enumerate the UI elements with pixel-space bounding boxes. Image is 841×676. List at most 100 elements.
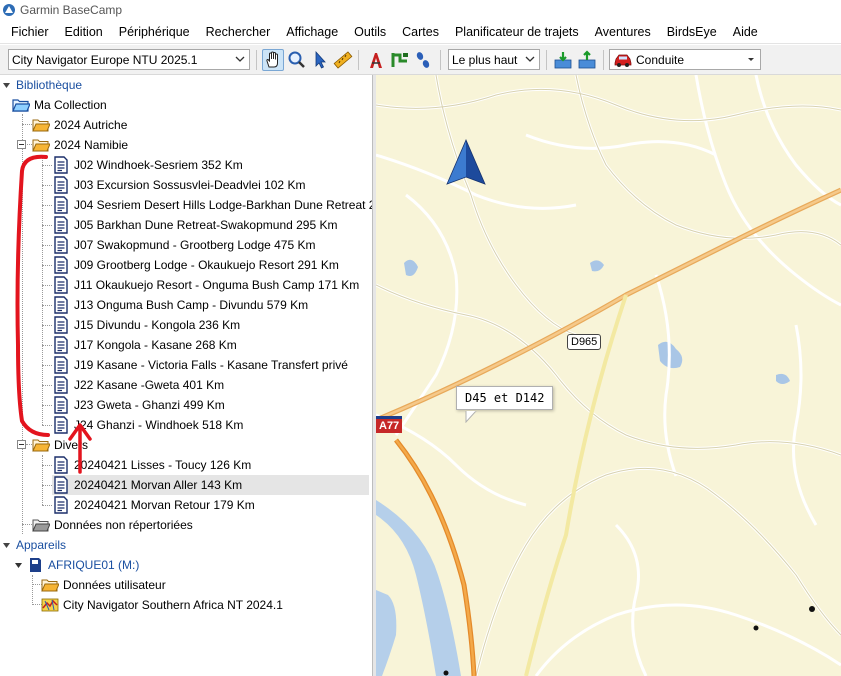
route-label: J11 Okaukuejo Resort - Onguma Bush Camp … [74,278,360,292]
new-track-button[interactable] [412,49,434,71]
hand-tool-button[interactable] [262,49,284,71]
route-document-icon [54,316,68,334]
library-section-header[interactable]: Bibliothèque [2,75,84,95]
tree-item-route[interactable]: J04 Sesriem Desert Hills Lodge-Barkhan D… [52,195,372,215]
tree-guide-line [42,485,52,486]
tree-guide-line [42,405,52,406]
open-folder-icon [12,99,30,112]
route-document-icon [54,256,68,274]
menu-planificateur[interactable]: Planificateur de trajets [447,21,587,43]
detail-level-select[interactable]: Le plus haut [448,49,540,70]
window-title: Garmin BaseCamp [20,3,123,17]
measure-tool-button[interactable] [332,49,354,71]
tree-guide-line [42,225,52,226]
tree-item-route[interactable]: J05 Barkhan Dune Retreat-Swakopmund 295 … [52,215,339,235]
menu-aventures[interactable]: Aventures [587,21,659,43]
new-waypoint-button[interactable] [365,49,387,71]
tree-item-route[interactable]: J17 Kongola - Kasane 268 Km [52,335,239,355]
open-folder-icon [32,139,50,152]
tree-item-route[interactable]: J19 Kasane - Victoria Falls - Kasane Tra… [52,355,350,375]
tree-guide-line [22,114,23,534]
route-document-icon [54,416,68,434]
new-route-button[interactable] [389,49,411,71]
tree-item-route[interactable]: J09 Grootberg Lodge - Okaukuejo Resort 2… [52,255,341,275]
route-document-icon [54,396,68,414]
new-track-icon [416,52,430,68]
map-point-marker[interactable] [443,670,449,676]
collapse-icon[interactable] [17,440,26,449]
receive-from-device-button[interactable] [552,49,574,71]
tree-guide-line [42,185,52,186]
tree-guide-line [42,165,52,166]
tree-item-my-collection[interactable]: Ma Collection [12,95,109,115]
tree-item-route[interactable]: J03 Excursion Sossusvlei-Deadvlei 102 Km [52,175,307,195]
menu-aide[interactable]: Aide [725,21,766,43]
tree-item-route[interactable]: J15 Divundu - Kongola 236 Km [52,315,242,335]
section-collapse-icon [3,82,10,88]
tree-guide-line [42,365,52,366]
activity-profile-select[interactable]: Conduite [609,49,761,70]
tree-item-route[interactable]: J11 Okaukuejo Resort - Onguma Bush Camp … [52,275,361,295]
tree-item-route[interactable]: 20240421 Morvan Retour 179 Km [52,495,257,515]
map-point-marker[interactable] [753,625,759,631]
tree-item-route[interactable]: J13 Onguma Bush Camp - Divundu 579 Km [52,295,310,315]
expand-triangle-icon[interactable] [14,561,23,570]
route-label: J07 Swakopmund - Grootberg Lodge 475 Km [74,238,316,252]
tree-item-user-data[interactable]: Données utilisateur [41,575,168,595]
tree-item-device-map[interactable]: City Navigator Southern Africa NT 2024.1 [41,595,285,615]
menu-rechercher[interactable]: Rechercher [198,21,279,43]
toolbar-separator [256,50,257,70]
route-document-icon [54,456,68,474]
menu-edition[interactable]: Edition [57,21,111,43]
tree-guide-line [42,285,52,286]
tree-item-folder-namibie[interactable]: 2024 Namibie [32,135,130,155]
map-point-marker[interactable] [809,606,815,612]
menu-peripherique[interactable]: Périphérique [111,21,198,43]
route-label: 20240421 Morvan Aller 143 Km [74,478,243,492]
route-document-icon [54,476,68,494]
tree-item-label: Données non répertoriées [54,518,193,532]
select-tool-button[interactable] [309,49,331,71]
tree-item-device[interactable]: AFRIQUE01 (M:) [14,555,141,575]
menu-birdseye[interactable]: BirdsEye [659,21,725,43]
tree-item-route[interactable]: 20240421 Morvan Aller 143 Km [52,475,369,495]
tree-item-route[interactable]: J23 Gweta - Ghanzi 499 Km [52,395,227,415]
tree-guide-line [42,425,52,426]
devices-section-header[interactable]: Appareils [2,535,68,555]
tree-item-route[interactable]: J22 Kasane -Gweta 401 Km [52,375,226,395]
collapse-icon[interactable] [17,140,26,149]
library-tree-panel: Bibliothèque Ma Collection 2024 Autriche… [0,75,373,676]
map-product-select[interactable]: City Navigator Europe NTU 2025.1 [8,49,250,70]
tree-item-route[interactable]: J24 Ghanzi - Windhoek 518 Km [52,415,245,435]
map-view[interactable]: D965 A77 D45 et D142 [376,75,841,676]
tree-guide-line [42,205,52,206]
zoom-tool-button[interactable] [286,49,308,71]
tree-guide-line [42,385,52,386]
tree-guide-line [22,524,32,525]
chevron-down-icon [235,56,245,62]
car-icon [614,54,632,67]
route-label: J17 Kongola - Kasane 268 Km [74,338,237,352]
tree-item-unlisted-data[interactable]: Données non répertoriées [32,515,195,535]
menu-affichage[interactable]: Affichage [278,21,346,43]
send-to-device-button[interactable] [576,49,598,71]
menu-outils[interactable]: Outils [346,21,394,43]
route-document-icon [54,216,68,234]
tree-item-route[interactable]: J07 Swakopmund - Grootberg Lodge 475 Km [52,235,317,255]
devices-title: Appareils [16,538,67,552]
tree-item-route[interactable]: J02 Windhoek-Sesriem 352 Km [52,155,245,175]
receive-from-device-icon [554,52,572,69]
chevron-down-icon [525,56,535,62]
map-product-icon [41,598,59,612]
tree-item-folder-autriche[interactable]: 2024 Autriche [32,115,129,135]
detail-level-value: Le plus haut [452,52,518,67]
tree-item-label: 2024 Autriche [54,118,128,132]
route-label: 20240421 Morvan Retour 179 Km [74,498,255,512]
tree-item-folder-divers[interactable]: Divers [32,435,90,455]
tree-item-route[interactable]: 20240421 Lisses - Toucy 126 Km [52,455,253,475]
tree-guide-line [42,455,43,505]
route-label: J09 Grootberg Lodge - Okaukuejo Resort 2… [74,258,339,272]
menu-fichier[interactable]: Fichier [0,21,57,43]
menu-cartes[interactable]: Cartes [394,21,447,43]
library-title: Bibliothèque [16,78,83,92]
